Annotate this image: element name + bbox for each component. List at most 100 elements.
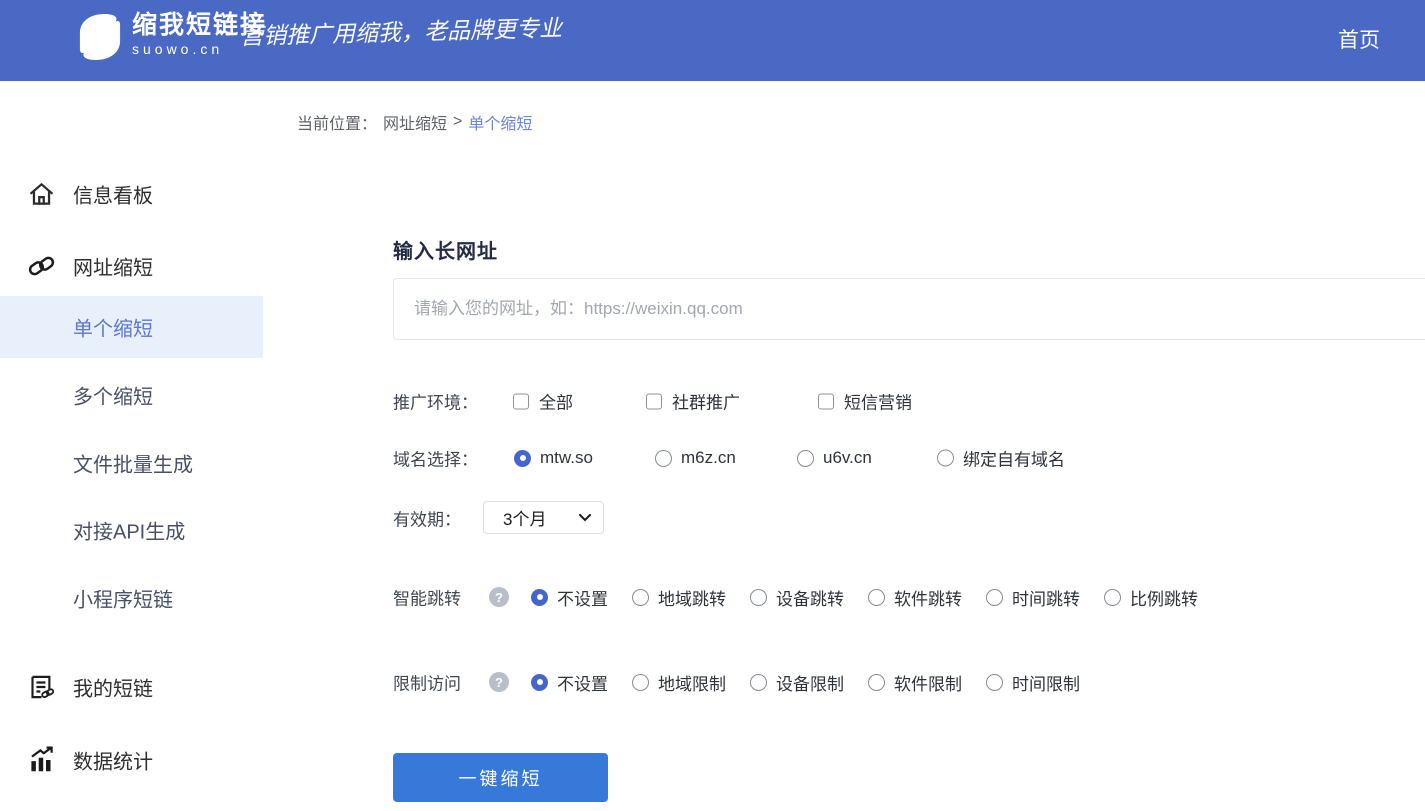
validity-select[interactable]: 3个月 xyxy=(483,501,604,534)
radio-label: m6z.cn xyxy=(681,448,736,468)
restrict-access-row: 限制访问 ? 不设置 地域限制 设备限制 软件限制 时间限制 xyxy=(393,665,1423,699)
help-question-icon[interactable]: ? xyxy=(489,587,509,607)
sidebar-item-file-batch[interactable]: 文件批量生成 xyxy=(0,432,263,494)
radio-label: 设备跳转 xyxy=(776,585,844,610)
radio-icon[interactable] xyxy=(750,674,767,691)
header: 缩我短链接 suowo.cn · 营销推广用缩我，老品牌更专业 首页 xyxy=(0,0,1425,81)
radio-option-geo-restrict[interactable]: 地域限制 xyxy=(632,670,726,695)
checkbox-option-sms[interactable]: 短信营销 xyxy=(818,389,912,414)
radio-icon[interactable] xyxy=(655,450,672,467)
restrict-access-label: 限制访问 xyxy=(393,670,461,695)
nav-home-link[interactable]: 首页 xyxy=(1338,24,1380,54)
domain-select-row: 域名选择： mtw.so m6z.cn u6v.cn 绑定自有域名 xyxy=(393,441,1423,475)
sidebar-item-miniprogram-link[interactable]: 小程序短链 xyxy=(0,567,263,629)
sidebar-item-label: 小程序短链 xyxy=(73,584,173,613)
radio-icon[interactable] xyxy=(937,450,954,467)
radio-icon[interactable] xyxy=(986,589,1003,606)
suowo-logo-icon[interactable] xyxy=(78,13,122,61)
radio-option-no-setting[interactable]: 不设置 xyxy=(531,585,608,610)
sidebar-item-multi-shorten[interactable]: 多个缩短 xyxy=(0,364,263,426)
domain-select-label: 域名选择： xyxy=(393,446,478,471)
sidebar-item-url-shorten[interactable]: 网址缩短 xyxy=(0,235,263,297)
sidebar-item-label: 数据统计 xyxy=(73,746,153,775)
radio-icon[interactable] xyxy=(632,589,649,606)
radio-option-custom-domain[interactable]: 绑定自有域名 xyxy=(937,446,1065,471)
sidebar-item-label: 信息看板 xyxy=(73,180,153,209)
sidebar-item-label: 网址缩短 xyxy=(73,252,153,281)
breadcrumb-separator: > xyxy=(453,113,462,131)
radio-label: 时间限制 xyxy=(1012,670,1080,695)
promo-env-row: 推广环境： 全部 社群推广 短信营销 xyxy=(393,384,1423,418)
shorten-submit-button[interactable]: 一键缩短 xyxy=(393,753,608,802)
radio-label: 设备限制 xyxy=(776,670,844,695)
link-icon xyxy=(28,253,55,280)
smart-jump-label: 智能跳转 xyxy=(393,585,461,610)
smart-jump-options: 不设置 地域跳转 设备跳转 软件跳转 时间跳转 比例跳转 xyxy=(531,580,1198,614)
breadcrumb: 当前位置： 网址缩短 > 单个缩短 xyxy=(297,110,532,134)
radio-label: 地域跳转 xyxy=(658,585,726,610)
radio-icon-checked[interactable] xyxy=(514,450,531,467)
checkbox-label: 社群推广 xyxy=(672,389,740,414)
radio-option-m6z-cn[interactable]: m6z.cn xyxy=(655,448,736,468)
radio-option-geo-jump[interactable]: 地域跳转 xyxy=(632,585,726,610)
checkbox-option-all[interactable]: 全部 xyxy=(513,389,573,414)
sidebar-item-label: 多个缩短 xyxy=(73,381,153,410)
breadcrumb-section-link[interactable]: 网址缩短 xyxy=(383,110,447,134)
checkbox-label: 短信营销 xyxy=(844,389,912,414)
radio-icon[interactable] xyxy=(1104,589,1121,606)
radio-label: 比例跳转 xyxy=(1130,585,1198,610)
radio-option-device-jump[interactable]: 设备跳转 xyxy=(750,585,844,610)
radio-label: 软件跳转 xyxy=(894,585,962,610)
radio-icon[interactable] xyxy=(632,674,649,691)
checkbox-option-community[interactable]: 社群推广 xyxy=(646,389,740,414)
radio-label: 地域限制 xyxy=(658,670,726,695)
sidebar-item-single-shorten[interactable]: 单个缩短 xyxy=(0,296,263,358)
smart-jump-row: 智能跳转 ? 不设置 地域跳转 设备跳转 软件跳转 时间跳转 比例跳转 xyxy=(393,580,1423,614)
promo-env-label: 推广环境： xyxy=(393,389,478,414)
sidebar-item-api-generate[interactable]: 对接API生成 xyxy=(0,499,263,561)
radio-icon[interactable] xyxy=(868,589,885,606)
radio-icon[interactable] xyxy=(868,674,885,691)
radio-option-u6v-cn[interactable]: u6v.cn xyxy=(797,448,872,468)
validity-select-value: 3个月 xyxy=(503,505,546,530)
validity-label: 有效期： xyxy=(393,505,461,530)
long-url-input[interactable] xyxy=(393,278,1425,340)
sidebar-item-statistics[interactable]: 数据统计 xyxy=(0,729,263,791)
header-tagline: 营销推广用缩我，老品牌更专业 xyxy=(240,7,641,51)
radio-option-mtw-so[interactable]: mtw.so xyxy=(514,448,593,468)
sidebar: 信息看板 网址缩短 单个缩短 多个缩短 文件批量生成 对接API生成 小程序短链… xyxy=(0,81,263,811)
checkbox-icon[interactable] xyxy=(818,393,834,409)
radio-option-software-restrict[interactable]: 软件限制 xyxy=(868,670,962,695)
chevron-down-icon xyxy=(579,514,591,522)
radio-icon-checked[interactable] xyxy=(531,674,548,691)
document-link-icon xyxy=(28,674,55,701)
checkbox-label: 全部 xyxy=(539,389,573,414)
radio-option-ratio-jump[interactable]: 比例跳转 xyxy=(1104,585,1198,610)
radio-label: u6v.cn xyxy=(823,448,872,468)
home-icon xyxy=(28,181,55,208)
restrict-access-options: 不设置 地域限制 设备限制 软件限制 时间限制 xyxy=(531,665,1080,699)
checkbox-icon[interactable] xyxy=(513,393,529,409)
sidebar-item-label: 我的短链 xyxy=(73,673,153,702)
sidebar-item-label: 对接API生成 xyxy=(73,516,185,545)
radio-icon[interactable] xyxy=(986,674,1003,691)
radio-label: 不设置 xyxy=(557,670,608,695)
radio-option-time-restrict[interactable]: 时间限制 xyxy=(986,670,1080,695)
radio-label: 软件限制 xyxy=(894,670,962,695)
sidebar-item-my-links[interactable]: 我的短链 xyxy=(0,656,263,718)
radio-option-no-setting[interactable]: 不设置 xyxy=(531,670,608,695)
help-question-icon[interactable]: ? xyxy=(489,672,509,692)
radio-option-time-jump[interactable]: 时间跳转 xyxy=(986,585,1080,610)
radio-icon[interactable] xyxy=(750,589,767,606)
sidebar-item-label: 单个缩短 xyxy=(73,313,153,342)
radio-label: 绑定自有域名 xyxy=(963,446,1065,471)
sidebar-item-dashboard[interactable]: 信息看板 xyxy=(0,163,263,225)
logo-dot-separator: · xyxy=(224,18,233,49)
breadcrumb-current-link[interactable]: 单个缩短 xyxy=(468,110,532,134)
radio-option-device-restrict[interactable]: 设备限制 xyxy=(750,670,844,695)
checkbox-icon[interactable] xyxy=(646,393,662,409)
radio-icon[interactable] xyxy=(797,450,814,467)
radio-icon-checked[interactable] xyxy=(531,589,548,606)
radio-option-software-jump[interactable]: 软件跳转 xyxy=(868,585,962,610)
bar-chart-icon xyxy=(28,747,55,774)
